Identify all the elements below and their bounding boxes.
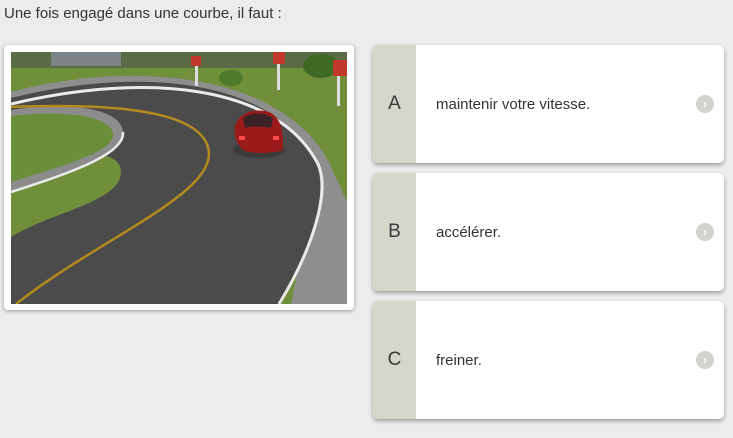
chevron-right-icon: › — [696, 223, 714, 241]
question-text: Une fois engagé dans une courbe, il faut… — [4, 5, 282, 22]
chevron-right-icon: › — [696, 95, 714, 113]
answer-text: maintenir votre vitesse. — [436, 95, 591, 113]
chevron-right-icon: › — [696, 351, 714, 369]
answer-letter: A — [373, 45, 416, 163]
answer-b-button[interactable]: B accélérer. › — [373, 173, 724, 291]
answer-a-button[interactable]: A maintenir votre vitesse. › — [373, 45, 724, 163]
answer-text: accélérer. — [436, 223, 502, 241]
answer-letter: B — [373, 173, 416, 291]
answer-c-button[interactable]: C freiner. › — [373, 301, 724, 419]
answer-text: freiner. — [436, 351, 482, 369]
question-image-card — [4, 45, 354, 310]
road-curve-image — [11, 52, 347, 304]
answer-letter: C — [373, 301, 416, 419]
